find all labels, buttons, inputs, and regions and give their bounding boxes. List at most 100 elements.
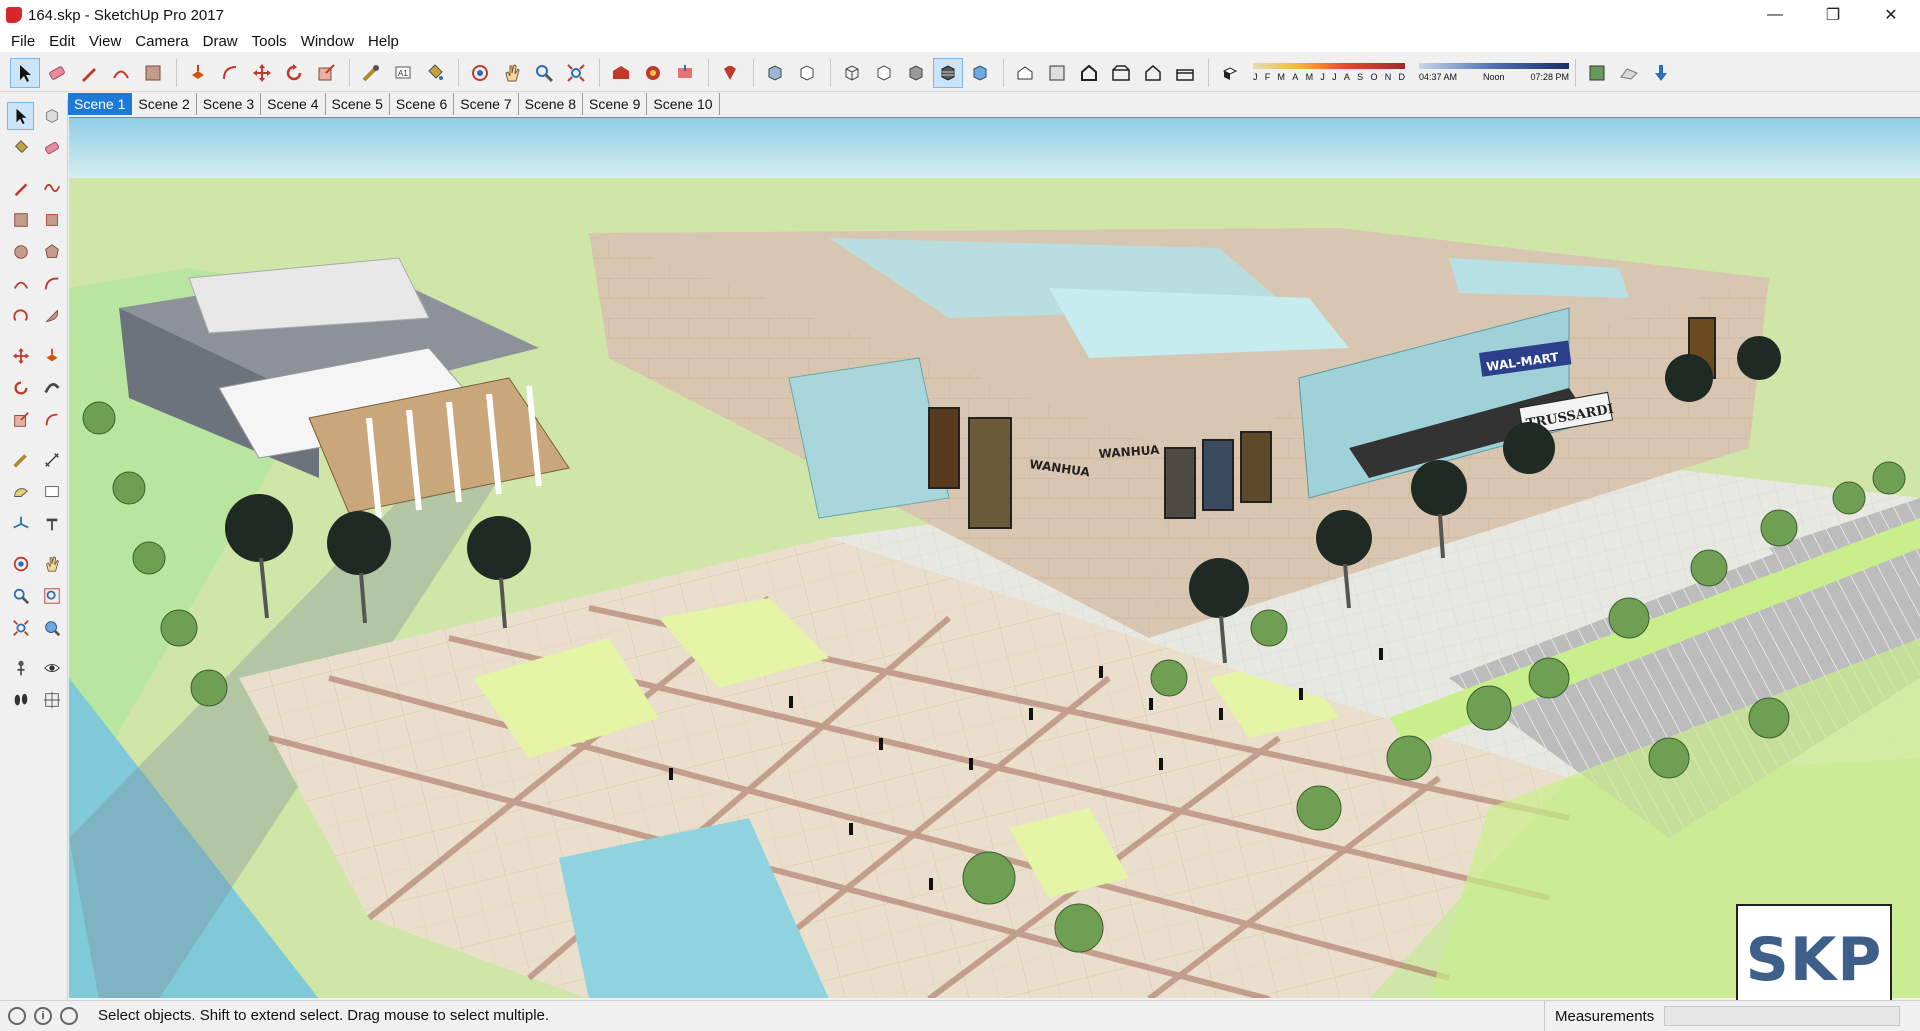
arc-tool-button[interactable]: [106, 58, 136, 88]
menu-help[interactable]: Help: [361, 33, 406, 50]
tape-measure-tool-button[interactable]: [356, 58, 386, 88]
menu-view[interactable]: View: [82, 33, 128, 50]
zoom-extents-tool-button[interactable]: [561, 58, 591, 88]
measurements-input[interactable]: [1664, 1006, 1900, 1026]
menu-file[interactable]: File: [4, 33, 42, 50]
scene-tab-4[interactable]: Scene 4: [261, 93, 326, 115]
move-tool-button[interactable]: [247, 58, 277, 88]
menu-draw[interactable]: Draw: [196, 33, 245, 50]
offset-tool-button[interactable]: [215, 58, 245, 88]
ruby-console-button[interactable]: [715, 58, 745, 88]
scene-tab-9[interactable]: Scene 9: [583, 93, 648, 115]
menu-window[interactable]: Window: [294, 33, 361, 50]
palette-scale-button[interactable]: [7, 406, 34, 434]
palette-rotated-rectangle-button[interactable]: [38, 206, 65, 234]
palette-zoom-window-button[interactable]: [38, 582, 65, 610]
share-model-button[interactable]: [670, 58, 700, 88]
pan-tool-button[interactable]: [497, 58, 527, 88]
palette-zoom-extents-button[interactable]: [7, 614, 34, 642]
geo-location-icon[interactable]: [8, 1006, 26, 1025]
scene-tab-6[interactable]: Scene 6: [390, 93, 455, 115]
palette-circle-button[interactable]: [7, 238, 34, 266]
palette-2point-arc-button[interactable]: [38, 270, 65, 298]
wireframe-style-button[interactable]: [837, 58, 867, 88]
palette-protractor-button[interactable]: [7, 478, 34, 506]
scene-tab-5[interactable]: Scene 5: [326, 93, 390, 115]
palette-arc-button[interactable]: [7, 270, 34, 298]
palette-position-camera-button[interactable]: [7, 654, 34, 682]
extension-warehouse-button[interactable]: [638, 58, 668, 88]
palette-axes-button[interactable]: [7, 510, 34, 538]
palette-paint-bucket-button[interactable]: [7, 134, 34, 162]
palette-tape-measure-button[interactable]: [7, 446, 34, 474]
user-account-icon[interactable]: [60, 1006, 78, 1025]
palette-text-button[interactable]: [38, 478, 65, 506]
warehouse-button[interactable]: [606, 58, 636, 88]
xray-style-button[interactable]: [760, 58, 790, 88]
hidden-line-style-button[interactable]: [869, 58, 899, 88]
palette-pan-button[interactable]: [38, 550, 65, 578]
iso-view-button[interactable]: [1010, 58, 1040, 88]
rotate-tool-button[interactable]: [279, 58, 309, 88]
back-edges-style-button[interactable]: [792, 58, 822, 88]
credits-info-icon[interactable]: i: [34, 1006, 52, 1025]
scale-tool-button[interactable]: [311, 58, 341, 88]
zoom-tool-button[interactable]: [529, 58, 559, 88]
orbit-tool-button[interactable]: [465, 58, 495, 88]
palette-pie-button[interactable]: [38, 302, 65, 330]
palette-previous-view-button[interactable]: [38, 614, 65, 642]
palette-section-plane-button[interactable]: [38, 686, 65, 714]
menu-camera[interactable]: Camera: [128, 33, 195, 50]
palette-eraser-button[interactable]: [38, 134, 65, 162]
top-view-button[interactable]: [1042, 58, 1072, 88]
palette-zoom-button[interactable]: [7, 582, 34, 610]
paint-bucket-tool-button[interactable]: [420, 58, 450, 88]
toggle-terrain-button[interactable]: [1614, 58, 1644, 88]
palette-polygon-button[interactable]: [38, 238, 65, 266]
eraser-tool-button[interactable]: [42, 58, 72, 88]
scene-tab-10[interactable]: Scene 10: [647, 93, 720, 115]
import-model-button[interactable]: [1646, 58, 1676, 88]
front-view-button[interactable]: [1074, 58, 1104, 88]
shadow-date-slider[interactable]: J F M A M J J A S O N D: [1253, 63, 1405, 82]
rectangle-tool-button[interactable]: [138, 58, 168, 88]
model-viewport[interactable]: WANHUA WANHUA WAL-MART TRUSSARDI: [69, 117, 1920, 998]
palette-3point-arc-button[interactable]: [7, 302, 34, 330]
palette-dimension-button[interactable]: [38, 446, 65, 474]
shaded-textures-style-button[interactable]: [933, 57, 963, 88]
palette-freehand-button[interactable]: [38, 174, 65, 202]
text-tool-button[interactable]: A1: [388, 58, 418, 88]
palette-line-button[interactable]: [7, 174, 34, 202]
scene-tab-1[interactable]: Scene 1: [68, 93, 133, 115]
menu-edit[interactable]: Edit: [42, 33, 82, 50]
palette-follow-me-button[interactable]: [38, 374, 65, 402]
right-view-button[interactable]: [1106, 58, 1136, 88]
line-tool-button[interactable]: [74, 58, 104, 88]
back-view-button[interactable]: [1138, 58, 1168, 88]
palette-select-button[interactable]: [7, 102, 35, 130]
scene-tab-2[interactable]: Scene 2: [132, 93, 197, 115]
palette-rotate-button[interactable]: [7, 374, 34, 402]
scene-tab-7[interactable]: Scene 7: [454, 93, 519, 115]
palette-move-button[interactable]: [7, 342, 34, 370]
palette-walk-button[interactable]: [7, 686, 34, 714]
minimize-button[interactable]: —: [1746, 0, 1804, 30]
palette-orbit-button[interactable]: [7, 550, 34, 578]
shadow-time-slider[interactable]: 04:37 AM Noon 07:28 PM: [1419, 63, 1569, 82]
shadows-toggle-button[interactable]: [1215, 58, 1245, 88]
shaded-style-button[interactable]: [901, 58, 931, 88]
palette-make-component-button[interactable]: [38, 102, 65, 130]
restore-button[interactable]: ❐: [1804, 0, 1862, 30]
menu-tools[interactable]: Tools: [245, 33, 294, 50]
monochrome-style-button[interactable]: [965, 58, 995, 88]
close-button[interactable]: ✕: [1862, 0, 1920, 30]
palette-offset-button[interactable]: [38, 406, 65, 434]
palette-rectangle-button[interactable]: [7, 206, 34, 234]
select-tool-button[interactable]: [10, 57, 40, 88]
push-pull-tool-button[interactable]: [183, 58, 213, 88]
add-location-button[interactable]: [1582, 58, 1612, 88]
palette-3d-text-button[interactable]: [38, 510, 65, 538]
scene-tab-8[interactable]: Scene 8: [519, 93, 583, 115]
left-view-button[interactable]: [1170, 58, 1200, 88]
palette-push-pull-button[interactable]: [38, 342, 65, 370]
